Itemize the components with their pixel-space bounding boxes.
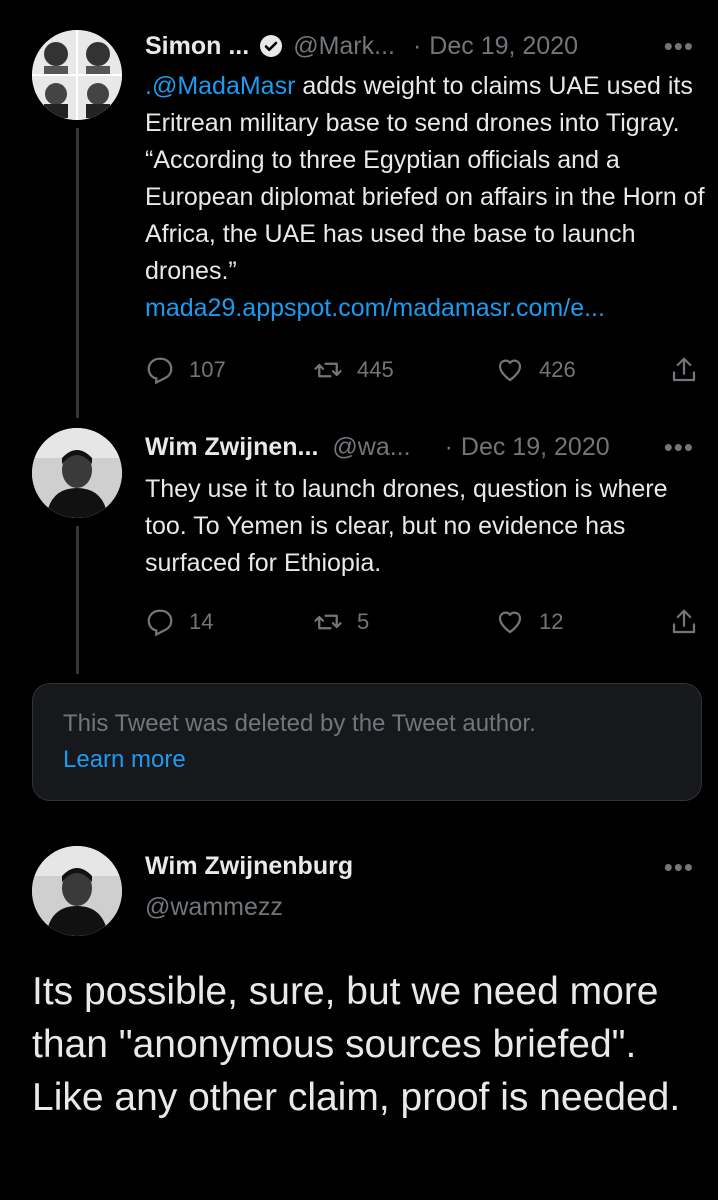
main-tweet-text: Its possible, sure, but we need more tha… [32,970,681,1119]
author-handle[interactable]: @Mark... [293,32,395,61]
deleted-message: This Tweet was deleted by the Tweet auth… [63,710,536,737]
tweet-date[interactable]: Dec 19, 2020 [461,433,610,462]
thread-line [76,526,79,674]
reply-count: 14 [189,609,214,634]
separator: · [412,31,422,60]
like-button[interactable]: 12 [495,602,563,642]
like-count: 12 [539,609,564,634]
reply-button[interactable]: 14 [145,602,213,642]
reply-count: 107 [189,357,226,382]
avatar-photo-icon [32,846,122,936]
retweet-icon [314,614,342,630]
tweet-body: adds weight to claims UAE used its Eritr… [145,72,705,285]
author-handle[interactable]: @wammezz [145,893,283,922]
reply-icon [147,357,173,385]
retweet-button[interactable]: 445 [313,350,394,390]
tweet-date[interactable]: Dec 19, 2020 [429,32,578,61]
author-name[interactable]: Wim Zwijnenburg [145,852,353,881]
tweet-header: Simon ... @Mark... · Dec 19, 2020 ••• [145,26,694,66]
share-button[interactable] [669,350,713,390]
tweet-actions: 107 445 426 [145,350,700,390]
share-button[interactable] [669,602,713,642]
author-handle[interactable]: @wa... [332,433,410,462]
avatar-photo-icon [32,428,122,518]
more-icon[interactable]: ••• [664,427,694,467]
deleted-tweet-notice: This Tweet was deleted by the Tweet auth… [32,683,702,801]
thread-line [76,128,79,418]
avatar-wim-main[interactable] [32,846,122,936]
retweet-count: 5 [357,609,370,634]
learn-more-link[interactable]: Learn more [63,746,186,774]
heart-icon [498,359,522,382]
reply-icon [147,609,173,637]
author-name[interactable]: Simon ... [145,32,249,61]
tweet-actions: 14 5 12 [145,602,700,642]
share-icon [672,609,696,634]
avatar-simon[interactable] [32,30,122,120]
article-link[interactable]: mada29.appspot.com/madamasr.com/e... [145,294,605,322]
retweet-icon [314,362,342,378]
retweet-button[interactable]: 5 [313,602,369,642]
like-button[interactable]: 426 [495,350,576,390]
reply-button[interactable]: 107 [145,350,226,390]
heart-icon [498,611,522,634]
tweet-header: Wim Zwijnen... @wa... · Dec 19, 2020 ••• [145,427,694,467]
tweet-text: .@MadaMasr adds weight to claims UAE use… [145,68,705,327]
more-icon[interactable]: ••• [664,26,694,66]
avatar-wim[interactable] [32,428,122,518]
mention-link[interactable]: .@MadaMasr [145,72,295,100]
share-icon [672,357,696,382]
author-name[interactable]: Wim Zwijnen... [145,433,318,462]
retweet-count: 445 [357,357,394,382]
tweet-text: They use it to launch drones, question i… [145,475,668,577]
verified-badge-icon [260,35,283,57]
avatar-collage-icon [32,30,122,120]
more-icon[interactable]: ••• [664,847,694,887]
like-count: 426 [539,357,576,382]
separator: · [444,432,453,461]
